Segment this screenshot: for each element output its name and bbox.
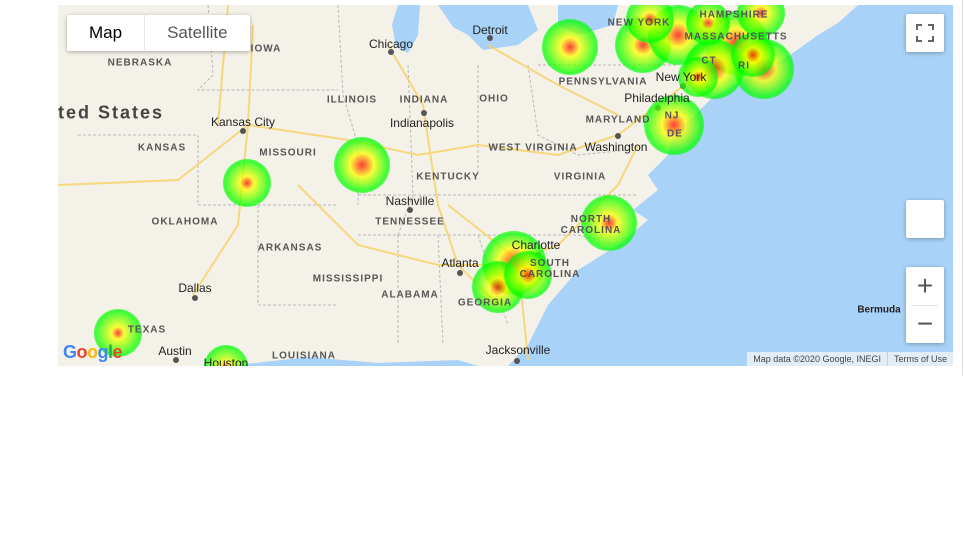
zoom-control: + − — [906, 267, 944, 343]
state-label: ALABAMA — [381, 289, 439, 301]
state-label: OHIO — [479, 93, 509, 105]
state-label: NORTH CAROLINA — [560, 214, 622, 236]
zoom-in-button[interactable]: + — [906, 267, 944, 305]
city-label: Dallas — [178, 281, 212, 295]
state-label: GEORGIA — [457, 297, 513, 309]
state-label: WEST VIRGINIA — [488, 142, 578, 154]
state-label: HAMPSHIRE — [699, 9, 769, 21]
map-data-text: Map data ©2020 Google, INEGI — [753, 354, 881, 364]
state-label: IOWA — [250, 43, 282, 55]
city-label: Atlanta — [441, 256, 479, 270]
map-attribution: Map data ©2020 Google, INEGI Terms of Us… — [747, 352, 953, 366]
street-view-pegman-button[interactable] — [906, 200, 944, 238]
city-label: New York — [655, 70, 707, 84]
state-label: TEXAS — [127, 324, 167, 336]
page-divider — [962, 0, 963, 375]
state-label: VIRGINIA — [553, 171, 607, 183]
state-label: MARYLAND — [585, 114, 651, 126]
country-label: ted States — [58, 102, 165, 123]
state-label: LOUISIANA — [272, 350, 336, 362]
state-label: DE — [667, 128, 683, 140]
city-label: Kansas City — [210, 115, 276, 129]
fullscreen-icon — [916, 24, 934, 42]
state-label: KENTUCKY — [416, 171, 480, 183]
city-label: Indianapolis — [389, 116, 455, 130]
fullscreen-button[interactable] — [906, 14, 944, 52]
state-label: NJ — [664, 110, 680, 122]
state-label: OKLAHOMA — [151, 216, 219, 228]
state-label: SOUTH CAROLINA — [519, 258, 581, 280]
city-label: Philadelphia — [624, 91, 690, 105]
city-label: Jacksonville — [485, 343, 551, 357]
state-label: CT — [701, 55, 717, 67]
city-label: Charlotte — [511, 238, 561, 252]
state-label: MISSISSIPPI — [312, 273, 384, 285]
zoom-out-button[interactable]: − — [906, 305, 944, 343]
state-label: KANSAS — [137, 142, 187, 154]
map-type-control: Map Satellite — [67, 15, 250, 51]
city-label: Austin — [158, 344, 192, 358]
city-label: Washington — [584, 140, 648, 154]
state-label: MISSOURI — [259, 147, 317, 159]
city-label: Nashville — [385, 194, 435, 208]
city-label: Chicago — [368, 37, 414, 51]
zoom-separator — [912, 305, 938, 306]
state-label: INDIANA — [399, 94, 449, 106]
state-label: MASSACHUSETTS — [684, 31, 788, 43]
map-canvas[interactable]: ted States Bermuda NEBRASKA IOWA ILLINOI… — [58, 5, 953, 366]
map-type-map-button[interactable]: Map — [67, 15, 144, 51]
state-label: ARKANSAS — [257, 242, 323, 254]
state-label: PENNSYLVANIA — [558, 76, 648, 88]
state-label: NEBRASKA — [107, 57, 173, 69]
state-label: RI — [738, 60, 750, 72]
map-type-satellite-button[interactable]: Satellite — [144, 15, 249, 51]
state-label: NEW YORK — [607, 17, 671, 29]
state-label: ILLINOIS — [326, 94, 378, 106]
city-label: Houston — [203, 356, 249, 366]
city-label: Detroit — [472, 23, 508, 37]
google-logo: Google — [63, 342, 123, 362]
terms-of-use-link[interactable]: Terms of Use — [886, 352, 953, 366]
ocean-label-bermuda: Bermuda — [857, 304, 901, 316]
map-base — [58, 5, 953, 366]
state-label: TENNESSEE — [375, 216, 445, 228]
